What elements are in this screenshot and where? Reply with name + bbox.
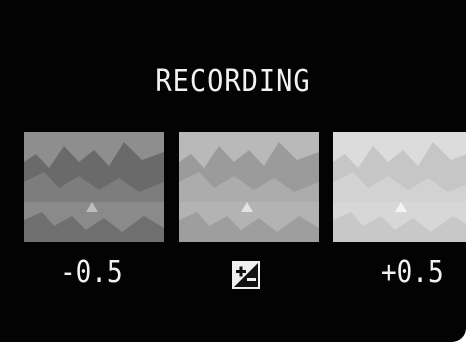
landscape-thumbnail-normal [179, 132, 319, 242]
bracket-label-plus: +0.5 [381, 255, 444, 291]
thumbnail-normal [179, 132, 319, 242]
thumbnail-minus [24, 132, 164, 242]
camera-lcd-frame: RECORDING -0.5 +0.5 [0, 0, 475, 360]
landscape-thumbnail-dark [24, 132, 164, 242]
bracket-label-minus: -0.5 [60, 255, 123, 291]
screen-title: RECORDING [155, 64, 311, 99]
landscape-thumbnail-bright [333, 132, 466, 242]
recording-screen: RECORDING -0.5 +0.5 [0, 0, 466, 342]
thumbnail-plus [333, 132, 466, 242]
exposure-compensation-icon [232, 261, 260, 289]
